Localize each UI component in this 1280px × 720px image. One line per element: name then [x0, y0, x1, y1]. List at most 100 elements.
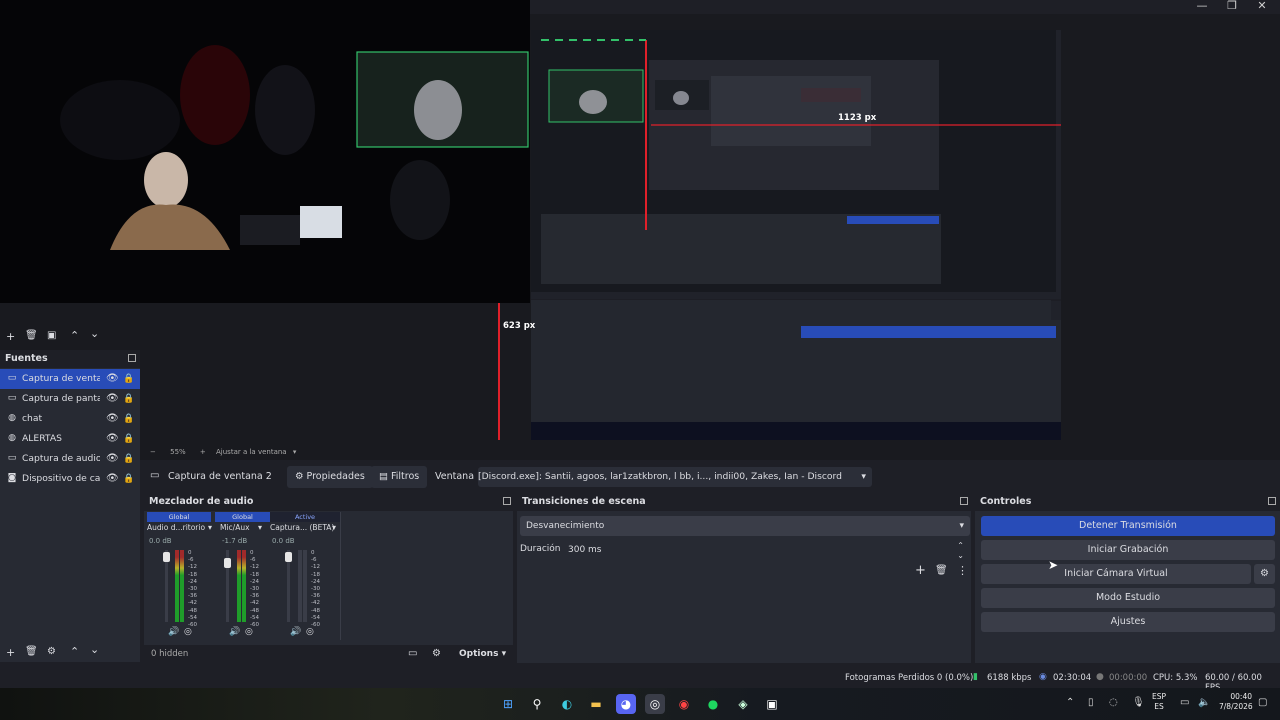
- maximize-button[interactable]: ❐: [1217, 0, 1247, 14]
- chevron-down-icon[interactable]: ▾: [332, 523, 336, 532]
- search-icon[interactable]: ⚲: [527, 694, 547, 714]
- source-item[interactable]: ▭ Captura de pantalla 👁 🔒: [0, 389, 140, 409]
- move-down-icon[interactable]: ⌄: [90, 327, 99, 340]
- level-meter: [298, 550, 302, 622]
- undock-icon[interactable]: [128, 354, 136, 362]
- edge-icon[interactable]: ◐: [557, 694, 577, 714]
- channel-name: Mic/Aux: [220, 523, 250, 532]
- chevron-down-icon: ▾: [959, 521, 964, 531]
- source-label: chat: [22, 413, 43, 424]
- source-item[interactable]: ◍ ALERTAS 👁 🔒: [0, 429, 140, 449]
- filters-scene-icon[interactable]: ▣: [47, 330, 56, 341]
- source-item[interactable]: ▭ Captura de ventana 👁 🔒: [0, 369, 140, 389]
- gear-icon[interactable]: ⚙: [1254, 564, 1275, 584]
- close-button[interactable]: ✕: [1247, 0, 1277, 14]
- notifications-icon[interactable]: ▢: [1258, 697, 1267, 708]
- headphones-icon[interactable]: ◎: [184, 627, 192, 637]
- lock-icon[interactable]: 🔒: [123, 429, 134, 449]
- start-icon[interactable]: ⊞: [498, 694, 518, 714]
- chrome-icon[interactable]: ◉: [674, 694, 694, 714]
- spotify-icon[interactable]: ●: [703, 694, 723, 714]
- source-label: Dispositivo de captu: [22, 473, 100, 484]
- store-icon[interactable]: ▣: [762, 694, 782, 714]
- lock-icon[interactable]: 🔒: [123, 449, 134, 469]
- source-item[interactable]: ◍ chat 👁 🔒: [0, 409, 140, 429]
- source-item[interactable]: ◙ Dispositivo de captu 👁 🔒: [0, 469, 140, 489]
- add-scene-icon[interactable]: +: [6, 330, 15, 343]
- chevron-down-icon[interactable]: ▾: [293, 448, 297, 456]
- eye-icon[interactable]: 👁: [106, 369, 119, 389]
- volume-slider-handle[interactable]: [163, 552, 170, 562]
- stop-streaming-button[interactable]: Detener Transmisión: [981, 516, 1275, 536]
- filters-button[interactable]: ▤ Filtros: [371, 466, 428, 488]
- lock-icon[interactable]: 🔒: [123, 469, 134, 489]
- start-recording-button[interactable]: Iniciar Grabación: [981, 540, 1275, 560]
- lock-icon[interactable]: 🔒: [123, 369, 134, 389]
- undock-icon[interactable]: [960, 497, 968, 505]
- move-up-icon[interactable]: ⌃: [70, 645, 79, 658]
- headphones-icon[interactable]: ◎: [306, 627, 314, 637]
- chevron-down-icon[interactable]: ▾: [258, 523, 262, 532]
- duration-input[interactable]: 300 ms ⌃ ⌄: [563, 540, 970, 560]
- chevron-down-icon: ▾: [861, 471, 866, 482]
- speaker-icon[interactable]: 🔊: [168, 627, 179, 637]
- eye-icon[interactable]: 👁: [106, 389, 119, 409]
- eye-icon[interactable]: 👁: [106, 429, 119, 449]
- add-source-icon[interactable]: +: [6, 646, 15, 659]
- properties-button[interactable]: ⚙ Propiedades: [287, 466, 373, 488]
- discord-icon[interactable]: ◕: [616, 694, 636, 714]
- steam-icon[interactable]: ◈: [733, 694, 753, 714]
- zoom-in-button[interactable]: +: [200, 448, 206, 456]
- gear-icon[interactable]: ⚙: [47, 646, 56, 657]
- language-indicator[interactable]: ESP ES: [1152, 692, 1166, 712]
- stream-time: 02:30:04: [1053, 673, 1092, 683]
- channel-header: Global: [147, 512, 211, 522]
- window-select[interactable]: [Discord.exe]: Santii, agoos, lar1zatkbr…: [478, 467, 872, 487]
- mixer-footer: [144, 645, 513, 663]
- chevron-down-icon[interactable]: ▾: [208, 523, 212, 532]
- headphones-icon[interactable]: ◎: [245, 627, 253, 637]
- obs-icon[interactable]: ◎: [645, 694, 665, 714]
- clock[interactable]: 00:40 7/8/2026: [1219, 692, 1253, 712]
- source-label: Captura de ventana: [22, 373, 100, 384]
- chevron-up-icon[interactable]: ⌃: [1066, 697, 1074, 708]
- cpu-usage: CPU: 5.3%: [1153, 673, 1198, 683]
- minimize-button[interactable]: —: [1187, 0, 1217, 14]
- speaker-icon[interactable]: 🔊: [229, 627, 240, 637]
- start-virtual-camera-button[interactable]: Iniciar Cámara Virtual: [981, 564, 1251, 584]
- monitor-icon: ▭: [7, 393, 17, 403]
- move-down-icon[interactable]: ⌄: [90, 643, 99, 656]
- undock-icon[interactable]: [1268, 497, 1276, 505]
- zoom-out-button[interactable]: −: [150, 448, 156, 456]
- volume-icon[interactable]: 🔈: [1198, 697, 1210, 708]
- options-button[interactable]: Options ▾: [459, 649, 506, 659]
- lock-icon[interactable]: 🔒: [123, 389, 134, 409]
- folder-icon[interactable]: ▬: [586, 694, 606, 714]
- delete-scene-icon[interactable]: 🗑: [25, 330, 38, 341]
- move-up-icon[interactable]: ⌃: [70, 329, 79, 342]
- tray-icon[interactable]: ◌: [1109, 697, 1118, 708]
- more-icon[interactable]: ⋮: [957, 564, 968, 577]
- network-icon[interactable]: ▭: [1180, 697, 1189, 708]
- eye-icon[interactable]: 👁: [106, 469, 119, 489]
- chevron-down-icon[interactable]: ⌄: [957, 546, 964, 566]
- source-item[interactable]: ▭ Captura de audio de 👁 🔒: [0, 449, 140, 469]
- studio-mode-button[interactable]: Modo Estudio: [981, 588, 1275, 608]
- transition-select[interactable]: Desvanecimiento ▾: [520, 516, 970, 536]
- add-transition-icon[interactable]: +: [915, 563, 926, 578]
- eye-icon[interactable]: 👁: [106, 449, 119, 469]
- settings-button[interactable]: Ajustes: [981, 612, 1275, 632]
- volume-slider-handle[interactable]: [285, 552, 292, 562]
- volume-slider-handle[interactable]: [224, 558, 231, 568]
- fit-to-window-button[interactable]: Ajustar a la ventana: [216, 448, 287, 456]
- undock-icon[interactable]: [503, 497, 511, 505]
- mouse-cursor-icon: ➤: [1048, 558, 1059, 572]
- layout-icon[interactable]: ▭: [408, 648, 417, 659]
- window-select-value: [Discord.exe]: Santii, agoos, lar1zatkbr…: [478, 471, 842, 482]
- lock-icon[interactable]: 🔒: [123, 409, 134, 429]
- delete-source-icon[interactable]: 🗑: [25, 646, 38, 657]
- speaker-icon[interactable]: 🔊: [290, 627, 301, 637]
- gear-icon[interactable]: ⚙: [432, 648, 441, 659]
- delete-transition-icon[interactable]: 🗑: [935, 565, 948, 576]
- eye-icon[interactable]: 👁: [106, 409, 119, 429]
